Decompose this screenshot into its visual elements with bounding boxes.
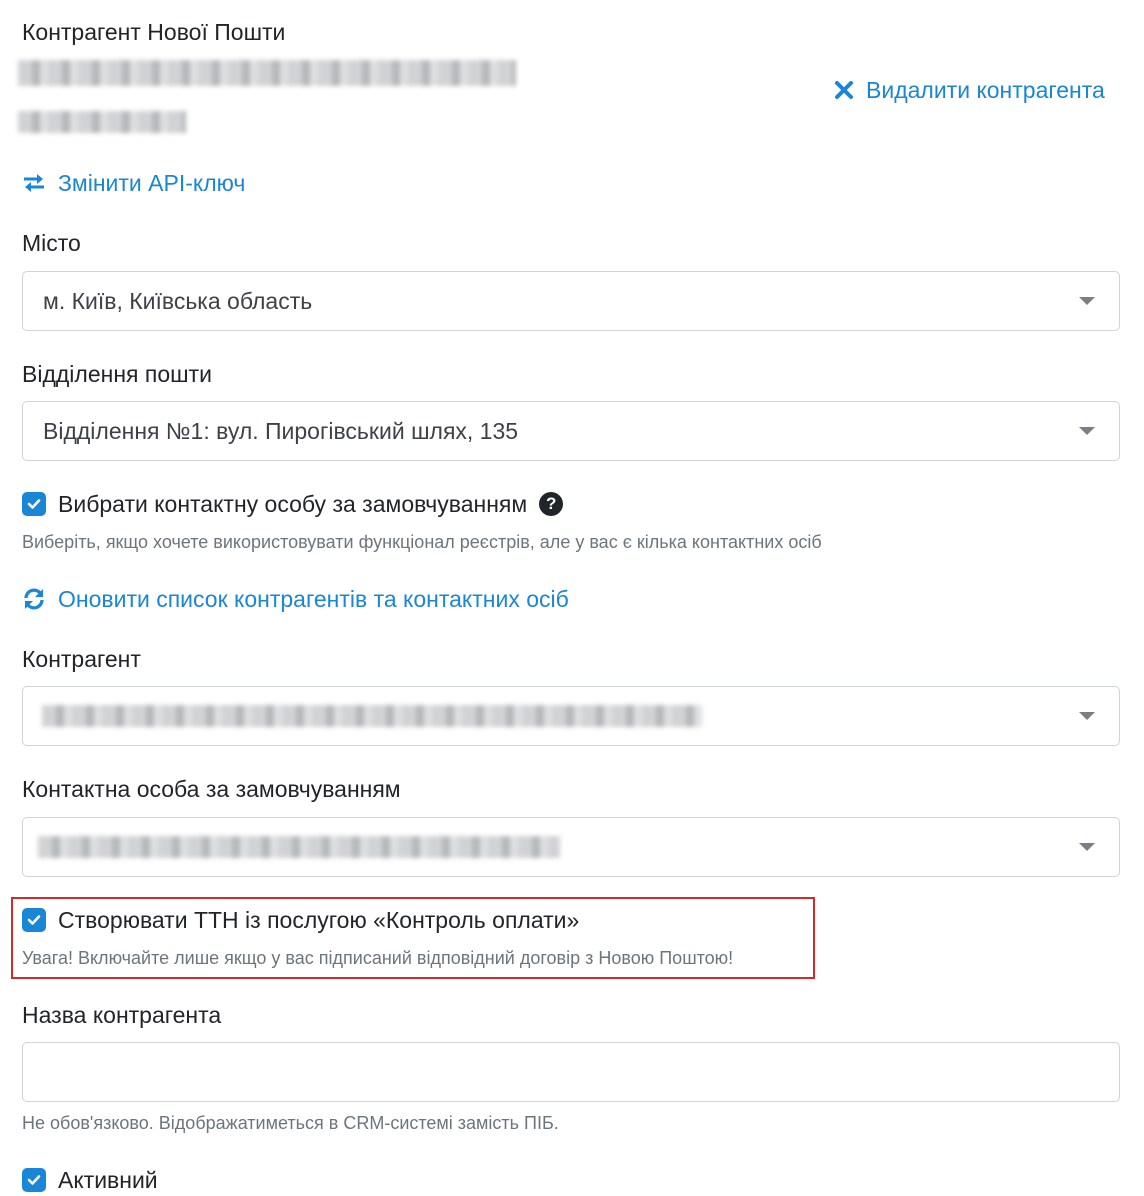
redacted-counterparty-value bbox=[42, 705, 702, 727]
refresh-counterparties-link[interactable]: Оновити список контрагентів та контактни… bbox=[22, 585, 569, 613]
counterparty-name-help: Не обов'язково. Відображатиметься в CRM-… bbox=[22, 1113, 559, 1133]
redacted-contact-value bbox=[38, 836, 560, 858]
city-select[interactable]: м. Київ, Київська область bbox=[22, 271, 1120, 331]
delete-counterparty-label: Видалити контрагента bbox=[866, 77, 1105, 103]
refresh-icon bbox=[22, 587, 46, 611]
delete-counterparty-link[interactable]: Видалити контрагента bbox=[834, 76, 1105, 104]
city-value: м. Київ, Київська область bbox=[43, 287, 313, 314]
default-contact-checkbox-row: Вибрати контактну особу за замовчуванням… bbox=[22, 490, 564, 518]
counterparty-name-label: Назва контрагента bbox=[22, 1002, 222, 1028]
chevron-down-icon bbox=[1079, 297, 1095, 305]
counterparty-label: Контрагент bbox=[22, 646, 141, 672]
change-api-key-link[interactable]: Змінити API-ключ bbox=[22, 169, 245, 197]
page-title: Контрагент Нової Пошти bbox=[22, 19, 286, 45]
payment-control-warning: Увага! Включайте лише якщо у вас підписа… bbox=[22, 948, 734, 968]
default-contact-checkbox-label: Вибрати контактну особу за замовчуванням bbox=[58, 491, 528, 517]
active-checkbox-label: Активний bbox=[58, 1167, 158, 1193]
chevron-down-icon bbox=[1079, 712, 1095, 720]
payment-control-checkbox-row: Створювати ТТН із послугою «Контроль опл… bbox=[22, 906, 579, 934]
refresh-counterparties-label: Оновити список контрагентів та контактни… bbox=[58, 586, 569, 612]
default-contact-label: Контактна особа за замовчуванням bbox=[22, 776, 401, 802]
post-office-value: Відділення №1: вул. Пирогівський шлях, 1… bbox=[43, 417, 519, 444]
close-icon bbox=[834, 80, 854, 100]
counterparty-name-input[interactable] bbox=[22, 1042, 1120, 1102]
swap-arrows-icon bbox=[22, 172, 46, 194]
change-api-key-label: Змінити API-ключ bbox=[58, 170, 246, 196]
question-icon[interactable]: ? bbox=[539, 492, 564, 516]
chevron-down-icon bbox=[1079, 843, 1095, 851]
redacted-owner-phone bbox=[18, 111, 186, 133]
post-office-select[interactable]: Відділення №1: вул. Пирогівський шлях, 1… bbox=[22, 401, 1120, 461]
post-office-label: Відділення пошти bbox=[22, 361, 212, 387]
chevron-down-icon bbox=[1079, 427, 1095, 435]
default-contact-help: Виберіть, якщо хочете використовувати фу… bbox=[22, 532, 822, 552]
payment-control-checkbox[interactable] bbox=[22, 908, 46, 932]
active-checkbox-row: Активний bbox=[22, 1166, 158, 1194]
city-label: Місто bbox=[22, 230, 81, 256]
active-checkbox[interactable] bbox=[22, 1168, 46, 1192]
redacted-owner-name bbox=[18, 60, 516, 86]
default-contact-checkbox[interactable] bbox=[22, 492, 46, 516]
payment-control-checkbox-label: Створювати ТТН із послугою «Контроль опл… bbox=[58, 907, 580, 933]
